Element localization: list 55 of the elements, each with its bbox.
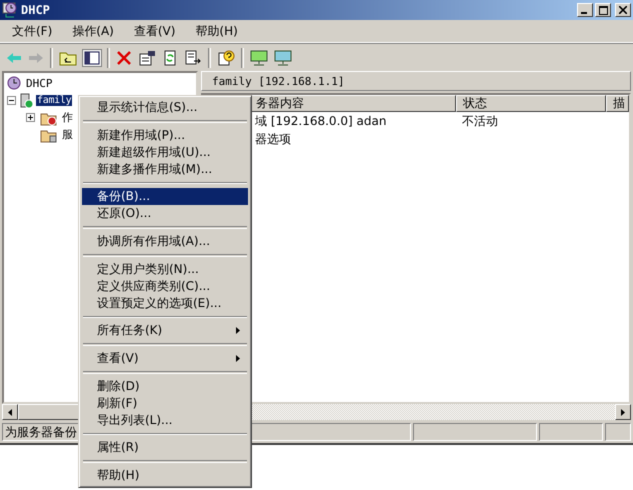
clock-icon [2, 2, 18, 18]
tree-item[interactable]: DHCP [25, 77, 54, 90]
menu-item[interactable]: 查看(V) [134, 22, 176, 40]
status-panel [539, 423, 603, 441]
menu-item[interactable]: 帮助(H) [82, 467, 248, 484]
menu-item[interactable]: 新建作用域(P)... [82, 126, 248, 144]
panel-icon[interactable] [83, 50, 101, 66]
scroll-right-button[interactable] [615, 404, 631, 420]
minimize-button[interactable] [577, 3, 593, 17]
menu-item[interactable]: 帮助(H) [195, 22, 238, 40]
window-title: DHCP [21, 3, 51, 17]
table-cell: 器选项 [255, 132, 291, 146]
delete-icon[interactable] [116, 50, 132, 66]
maximize-icon [598, 6, 608, 14]
monitor-icon[interactable] [274, 50, 292, 66]
folder-up-icon[interactable] [59, 50, 77, 66]
properties-icon[interactable] [138, 50, 156, 66]
menu-item[interactable]: 备份(B)... [82, 188, 248, 206]
monitor-icon[interactable] [250, 50, 268, 66]
menu-item[interactable]: 新建超级作用域(U)... [82, 144, 248, 161]
help-icon[interactable] [217, 50, 235, 66]
server-icon [19, 92, 35, 108]
menu-item[interactable]: 定义供应商类别(C)... [82, 278, 248, 295]
menu-item[interactable]: 刷新(F) [82, 394, 248, 412]
menu-item[interactable]: 定义用户类别(N)... [82, 260, 248, 278]
menu-item[interactable]: 属性(R) [82, 439, 248, 456]
table-cell: 不活动 [462, 114, 498, 128]
close-icon [619, 6, 627, 14]
table-cell: 域 [192.168.0.0] adan [255, 114, 386, 128]
column-header[interactable]: 状态 [456, 95, 606, 112]
column-header[interactable]: 描 [606, 95, 629, 112]
maximize-button[interactable] [595, 3, 611, 17]
expand-icon[interactable] [26, 113, 35, 122]
export-list-icon[interactable] [184, 50, 202, 66]
tree-item[interactable]: family [36, 95, 72, 106]
menu-item[interactable]: 操作(A) [72, 22, 114, 40]
menu-item[interactable]: 删除(D) [82, 378, 248, 395]
scroll-left-button[interactable] [2, 404, 18, 420]
tree-item[interactable]: 作 [61, 110, 74, 125]
collapse-icon[interactable] [7, 96, 18, 105]
clock-icon [6, 76, 22, 92]
right-arrow-icon [621, 408, 625, 416]
menu-item[interactable]: 还原(O)... [82, 205, 248, 222]
menu-item[interactable]: 协调所有作用域(A)... [82, 233, 248, 250]
pane-header: family [192.168.1.1] [201, 71, 631, 91]
menu-item[interactable]: 设置预定义的选项(E)... [82, 294, 248, 312]
menu-item[interactable]: 查看(V) [82, 350, 248, 368]
status-panel [605, 423, 631, 441]
menu-item[interactable]: 所有任务(K) [82, 322, 248, 340]
menu-item[interactable]: 新建多播作用域(M)... [82, 160, 248, 178]
refresh-icon[interactable] [162, 50, 178, 66]
left-arrow-icon [8, 408, 12, 416]
menu-item[interactable]: 文件(F) [12, 22, 52, 40]
tree-item[interactable]: 服 [61, 127, 74, 142]
close-button[interactable] [615, 3, 631, 17]
